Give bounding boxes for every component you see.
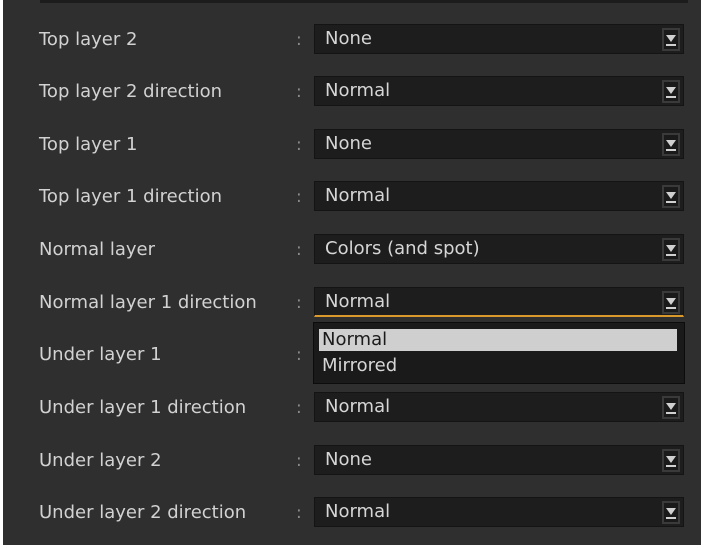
row-label: Top layer 1 direction (39, 186, 223, 207)
row-under-layer-2-direction: Under layer 2 direction : Normal (3, 497, 701, 529)
row-label: Under layer 2 (39, 450, 162, 471)
select-value: None (325, 133, 372, 154)
under-layer-2-select[interactable]: None (314, 445, 684, 475)
select-value: Normal (325, 396, 391, 417)
select-value: Normal (325, 185, 391, 206)
chevron-down-icon[interactable] (662, 238, 680, 261)
row-label: Under layer 2 direction (39, 502, 247, 523)
top-layer-2-select[interactable]: None (314, 24, 684, 54)
row-separator: : (296, 82, 302, 102)
row-top-layer-1: Top layer 1 : None (3, 129, 701, 161)
under-layer-1-direction-select[interactable]: Normal (314, 392, 684, 422)
row-separator: : (296, 187, 302, 207)
row-separator: : (296, 240, 302, 260)
row-separator: : (296, 30, 302, 50)
chevron-down-icon[interactable] (662, 28, 680, 51)
top-layer-2-direction-select[interactable]: Normal (314, 76, 684, 106)
normal-layer-select[interactable]: Colors (and spot) (314, 234, 684, 264)
row-separator: : (296, 503, 302, 523)
chevron-down-icon[interactable] (662, 501, 680, 524)
select-value: Normal (325, 80, 391, 101)
row-label: Top layer 1 (39, 134, 138, 155)
chevron-down-icon[interactable] (662, 185, 680, 208)
under-layer-2-direction-select[interactable]: Normal (314, 497, 684, 527)
row-label: Normal layer (39, 239, 156, 260)
row-top-layer-2: Top layer 2 : None (3, 24, 701, 56)
row-normal-layer: Normal layer : Colors (and spot) (3, 234, 701, 266)
row-label: Under layer 1 direction (39, 397, 247, 418)
select-value: Normal (325, 501, 391, 522)
dropdown-option-normal[interactable]: Normal (319, 329, 677, 351)
chevron-down-icon[interactable] (662, 396, 680, 419)
row-top-layer-2-direction: Top layer 2 direction : Normal (3, 76, 701, 108)
chevron-down-icon[interactable] (662, 291, 680, 314)
row-separator: : (296, 293, 302, 313)
row-label: Under layer 1 (39, 344, 162, 365)
row-top-layer-1-direction: Top layer 1 direction : Normal (3, 181, 701, 213)
row-separator: : (296, 345, 302, 365)
row-normal-layer-1-direction: Normal layer 1 direction : Normal (3, 287, 701, 319)
top-layer-1-select[interactable]: None (314, 129, 684, 159)
select-value: Normal (325, 291, 391, 312)
row-under-layer-1-direction: Under layer 1 direction : Normal (3, 392, 701, 424)
top-scroll-edge (40, 0, 688, 3)
top-layer-1-direction-select[interactable]: Normal (314, 181, 684, 211)
row-under-layer-2: Under layer 2 : None (3, 445, 701, 477)
normal-layer-1-direction-select[interactable]: Normal (314, 287, 684, 317)
row-separator: : (296, 398, 302, 418)
select-value: None (325, 28, 372, 49)
row-separator: : (296, 451, 302, 471)
settings-panel: Top layer 2 : None Top layer 2 direction… (3, 0, 701, 545)
select-value: None (325, 449, 372, 470)
chevron-down-icon[interactable] (662, 80, 680, 103)
dropdown-option-mirrored[interactable]: Mirrored (319, 355, 397, 377)
direction-dropdown-list: Normal Mirrored (313, 322, 685, 384)
chevron-down-icon[interactable] (662, 133, 680, 156)
row-label: Normal layer 1 direction (39, 292, 257, 313)
select-value: Colors (and spot) (325, 238, 480, 259)
row-separator: : (296, 135, 302, 155)
row-label: Top layer 2 (39, 29, 138, 50)
row-label: Top layer 2 direction (39, 81, 223, 102)
chevron-down-icon[interactable] (662, 449, 680, 472)
